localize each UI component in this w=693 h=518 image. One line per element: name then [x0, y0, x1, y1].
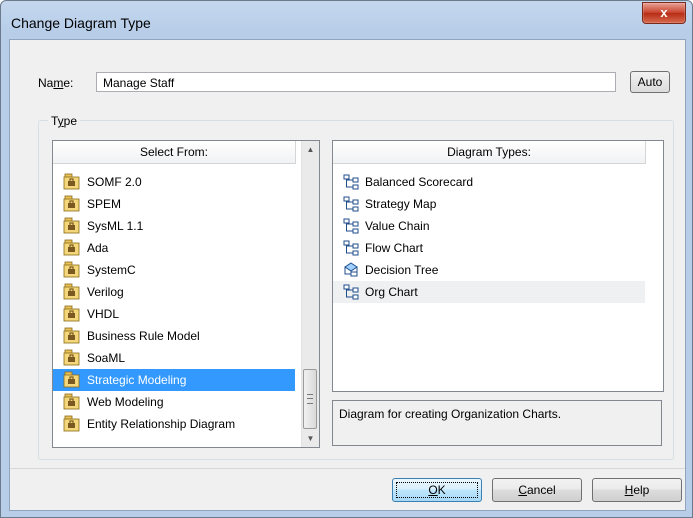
select-from-item[interactable]: Entity Relationship Diagram [53, 413, 295, 435]
name-input[interactable]: Manage Staff [96, 72, 616, 92]
select-from-item[interactable]: SPEM [53, 193, 295, 215]
diagram-type-item[interactable]: Org Chart [333, 281, 645, 303]
select-from-item[interactable]: SystemC [53, 259, 295, 281]
diagram-type-item[interactable]: Balanced Scorecard [333, 171, 645, 193]
type-group-label: Type [48, 114, 81, 128]
select-from-item[interactable]: SOMF 2.0 [53, 171, 295, 193]
diagram-types-items: Balanced Scorecard Strategy Map Value Chai… [333, 171, 645, 303]
title-bar[interactable]: Change Diagram Type x [1, 1, 692, 39]
select-from-item[interactable]: Ada [53, 237, 295, 259]
help-button[interactable]: Help [592, 478, 682, 502]
package-icon [63, 349, 81, 366]
package-icon [63, 393, 81, 410]
select-from-item[interactable]: Verilog [53, 281, 295, 303]
grip-icon [307, 394, 313, 404]
select-from-scrollbar[interactable]: ▲ ▼ [301, 141, 319, 447]
decision-tree-icon [343, 262, 359, 278]
auto-button[interactable]: Auto [630, 71, 670, 93]
diagram-type-label: Flow Chart [365, 241, 424, 255]
window-title: Change Diagram Type [11, 15, 151, 31]
diagram-description: Diagram for creating Organization Charts… [332, 400, 662, 446]
select-from-item-label: Entity Relationship Diagram [87, 417, 236, 431]
org-diagram-icon [343, 174, 359, 190]
diagram-type-label: Strategy Map [365, 197, 437, 211]
ok-button[interactable]: OK [392, 478, 482, 502]
diagram-type-label: Decision Tree [365, 263, 439, 277]
org-diagram-icon [343, 240, 359, 256]
select-from-list[interactable]: Select From: SOMF 2.0 SPEM SysML 1.1 Ada Sys… [52, 140, 320, 448]
diagram-type-item[interactable]: Value Chain [333, 215, 645, 237]
package-icon [63, 327, 81, 344]
package-icon [63, 217, 81, 234]
select-from-header[interactable]: Select From: [53, 141, 296, 164]
package-icon [63, 261, 81, 278]
diagram-types-list[interactable]: Diagram Types: Balanced Scorecard Strateg… [332, 140, 664, 392]
package-icon [63, 371, 81, 388]
select-from-items: SOMF 2.0 SPEM SysML 1.1 Ada SystemC Verilog VH… [53, 171, 295, 435]
select-from-item[interactable]: SysML 1.1 [53, 215, 295, 237]
select-from-item-label: Verilog [87, 285, 124, 299]
package-icon [63, 305, 81, 322]
scroll-thumb[interactable] [303, 369, 317, 429]
diagram-type-item[interactable]: Decision Tree [333, 259, 645, 281]
select-from-item-label: Strategic Modeling [87, 373, 187, 387]
select-from-item-label: SoaML [87, 351, 126, 365]
package-icon [63, 173, 81, 190]
select-from-item-label: VHDL [87, 307, 120, 321]
org-diagram-icon [343, 196, 359, 212]
diagram-type-item[interactable]: Flow Chart [333, 237, 645, 259]
org-diagram-icon [343, 218, 359, 234]
focus-rect [396, 482, 478, 498]
scroll-up-icon[interactable]: ▲ [302, 141, 319, 158]
select-from-item[interactable]: Business Rule Model [53, 325, 295, 347]
diagram-type-label: Value Chain [365, 219, 430, 233]
select-from-item-label: Business Rule Model [87, 329, 200, 343]
select-from-item[interactable]: VHDL [53, 303, 295, 325]
select-from-item-label: SOMF 2.0 [87, 175, 142, 189]
select-from-item[interactable]: SoaML [53, 347, 295, 369]
package-icon [63, 283, 81, 300]
name-label: Name: [38, 76, 74, 90]
select-from-item-label: SystemC [87, 263, 136, 277]
select-from-item-label: Ada [87, 241, 109, 255]
dialog-client-area: Name: Manage Staff Auto Type Select From… [9, 39, 686, 511]
diagram-type-label: Org Chart [365, 285, 418, 299]
close-button[interactable]: x [642, 2, 686, 24]
package-icon [63, 415, 81, 432]
package-icon [63, 195, 81, 212]
select-from-item-label: Web Modeling [87, 395, 164, 409]
diagram-type-label: Balanced Scorecard [365, 175, 474, 189]
scroll-down-icon[interactable]: ▼ [302, 430, 319, 447]
change-diagram-type-dialog: Change Diagram Type x Name: Manage Staff… [0, 0, 693, 518]
select-from-item[interactable]: Strategic Modeling [53, 369, 295, 391]
org-diagram-icon [343, 284, 359, 300]
cancel-button[interactable]: Cancel [492, 478, 582, 502]
diagram-type-item[interactable]: Strategy Map [333, 193, 645, 215]
diagram-types-header[interactable]: Diagram Types: [333, 141, 646, 164]
select-from-item[interactable]: Web Modeling [53, 391, 295, 413]
select-from-item-label: SysML 1.1 [87, 219, 144, 233]
package-icon [63, 239, 81, 256]
select-from-item-label: SPEM [87, 197, 122, 211]
footer-divider [10, 468, 685, 469]
